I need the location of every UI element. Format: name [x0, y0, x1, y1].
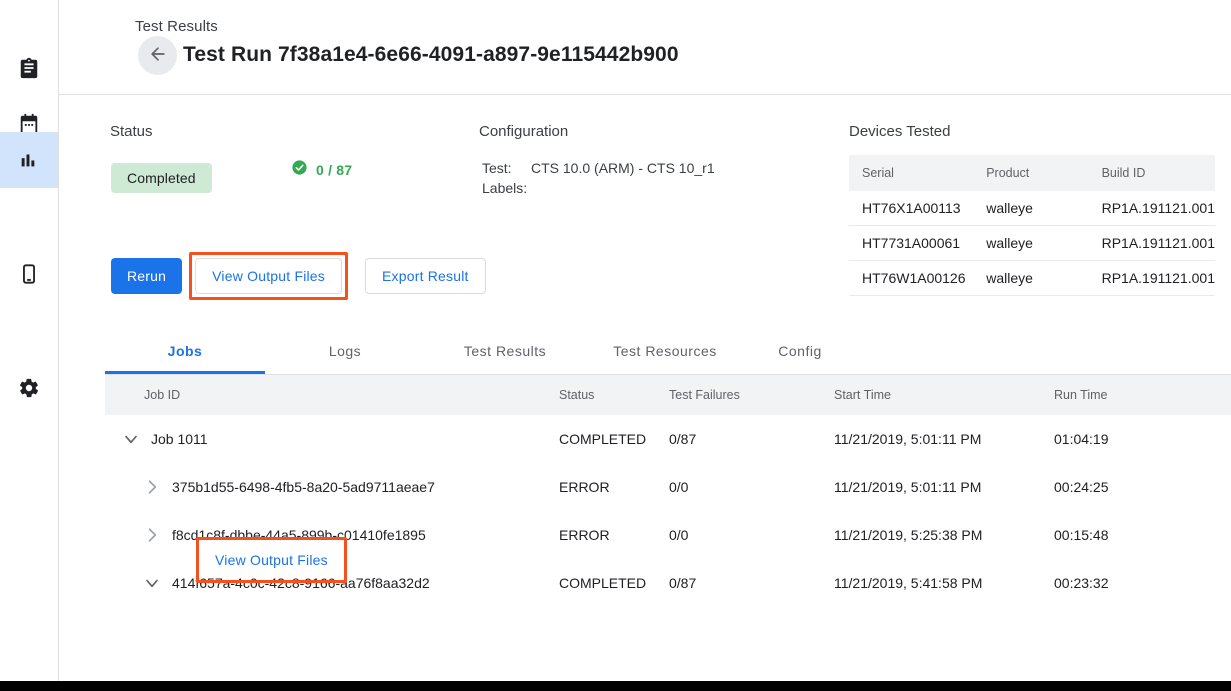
jobs-table-header-row: Job ID Status Test Failures Start Time R…	[105, 375, 1231, 415]
table-row: HT76X1A00113 walleye RP1A.191121.001	[849, 191, 1215, 226]
sidebar	[0, 0, 59, 681]
action-button-row: Rerun View Output Files Export Result	[111, 252, 486, 300]
job-id-label: Job 1011	[151, 431, 208, 447]
tab-test-results[interactable]: Test Results	[425, 327, 585, 374]
job-failures: 0/87	[669, 431, 834, 447]
device-product: walleye	[986, 261, 1101, 296]
row-view-output-files-link[interactable]: View Output Files	[202, 543, 341, 577]
device-product: walleye	[986, 226, 1101, 261]
table-row[interactable]: Job 1011 COMPLETED 0/87 11/21/2019, 5:01…	[105, 415, 1231, 463]
rerun-button[interactable]: Rerun	[111, 258, 182, 294]
sidebar-item-test-results[interactable]	[0, 132, 58, 188]
table-row: HT76W1A00126 walleye RP1A.191121.001	[849, 261, 1215, 296]
table-row: HT7731A00061 walleye RP1A.191121.001	[849, 226, 1215, 261]
jobs-col-run-time: Run Time	[1054, 388, 1174, 402]
job-start-time: 11/21/2019, 5:25:38 PM	[834, 527, 1054, 543]
tab-test-resources[interactable]: Test Resources	[585, 327, 745, 374]
job-status: COMPLETED	[559, 431, 669, 447]
devices-col-build-id: Build ID	[1102, 155, 1215, 191]
phone-icon	[18, 263, 40, 285]
jobs-col-test-failures: Test Failures	[669, 388, 834, 402]
app-root: Test Results Test Run 7f38a1e4-6e66-4091…	[0, 0, 1231, 691]
devices-col-product: Product	[986, 155, 1101, 191]
job-id-label: 375b1d55-6498-4fb5-8a20-5ad9711aeae7	[172, 479, 435, 495]
chevron-down-icon[interactable]	[142, 573, 162, 593]
job-start-time: 11/21/2019, 5:01:11 PM	[834, 479, 1054, 495]
jobs-col-job-id: Job ID	[105, 388, 559, 402]
config-test-value: CTS 10.0 (ARM) - CTS 10_r1	[531, 160, 715, 176]
device-product: walleye	[986, 191, 1101, 226]
devices-col-serial: Serial	[849, 155, 986, 191]
page-title: Test Run 7f38a1e4-6e66-4091-a897-9e11544…	[183, 43, 679, 67]
sidebar-item-devices[interactable]	[0, 246, 58, 302]
view-output-files-button[interactable]: View Output Files	[195, 258, 342, 294]
job-id-cell: 375b1d55-6498-4fb5-8a20-5ad9711aeae7	[105, 477, 559, 497]
sidebar-item-test-suites[interactable]	[0, 40, 58, 96]
jobs-col-status: Status	[559, 388, 669, 402]
chevron-right-icon[interactable]	[142, 525, 162, 545]
device-serial: HT76W1A00126	[849, 261, 986, 296]
config-labels-key: Labels:	[482, 180, 527, 196]
configuration-section-label: Configuration	[479, 123, 568, 140]
device-serial: HT76X1A00113	[849, 191, 986, 226]
bar-chart-icon	[18, 149, 40, 171]
device-build-id: RP1A.191121.001	[1102, 226, 1215, 261]
gear-icon	[18, 377, 40, 399]
config-test-key: Test:	[482, 160, 512, 176]
back-button[interactable]	[138, 36, 177, 75]
job-run-time: 00:24:25	[1054, 479, 1174, 495]
tab-logs[interactable]: Logs	[265, 327, 425, 374]
job-run-time: 00:23:32	[1054, 575, 1174, 591]
job-status: ERROR	[559, 479, 669, 495]
device-build-id: RP1A.191121.001	[1102, 191, 1215, 226]
tab-config[interactable]: Config	[745, 327, 855, 374]
device-build-id: RP1A.191121.001	[1102, 261, 1215, 296]
job-failures: 0/0	[669, 479, 834, 495]
breadcrumb: Test Results	[135, 18, 218, 35]
job-run-time: 01:04:19	[1054, 431, 1174, 447]
job-status: COMPLETED	[559, 575, 669, 591]
job-failures: 0/0	[669, 527, 834, 543]
devices-section-label: Devices Tested	[849, 123, 950, 140]
chevron-right-icon[interactable]	[142, 477, 162, 497]
devices-table-header-row: Serial Product Build ID	[849, 155, 1215, 191]
table-row[interactable]: 375b1d55-6498-4fb5-8a20-5ad9711aeae7 ERR…	[105, 463, 1231, 511]
job-id-cell: Job 1011	[105, 429, 559, 449]
pass-summary: 0 / 87	[291, 159, 352, 181]
job-failures: 0/87	[669, 575, 834, 591]
jobs-col-start-time: Start Time	[834, 388, 1054, 402]
sidebar-item-settings[interactable]	[0, 360, 58, 416]
arrow-left-icon	[148, 44, 168, 67]
check-circle-icon	[291, 159, 308, 181]
bottom-bar	[0, 681, 1231, 691]
status-section-label: Status	[110, 123, 153, 140]
job-run-time: 00:15:48	[1054, 527, 1174, 543]
row-view-output-files-highlight: View Output Files	[196, 537, 347, 583]
device-serial: HT7731A00061	[849, 226, 986, 261]
job-status: ERROR	[559, 527, 669, 543]
devices-table: Serial Product Build ID HT76X1A00113 wal…	[849, 155, 1215, 296]
status-badge: Completed	[111, 163, 212, 193]
job-start-time: 11/21/2019, 5:01:11 PM	[834, 431, 1054, 447]
job-start-time: 11/21/2019, 5:41:58 PM	[834, 575, 1054, 591]
tab-bar: Jobs Logs Test Results Test Resources Co…	[105, 327, 1231, 375]
clipboard-icon	[18, 57, 40, 79]
chevron-down-icon[interactable]	[121, 429, 141, 449]
page-header: Test Results Test Run 7f38a1e4-6e66-4091…	[59, 0, 1231, 95]
tab-jobs[interactable]: Jobs	[105, 327, 265, 374]
main-content: Status Completed 0 / 87 Configuration Te…	[59, 95, 1231, 681]
view-output-files-highlight: View Output Files	[189, 252, 348, 300]
export-result-button[interactable]: Export Result	[365, 258, 486, 294]
pass-count: 0 / 87	[316, 162, 352, 178]
